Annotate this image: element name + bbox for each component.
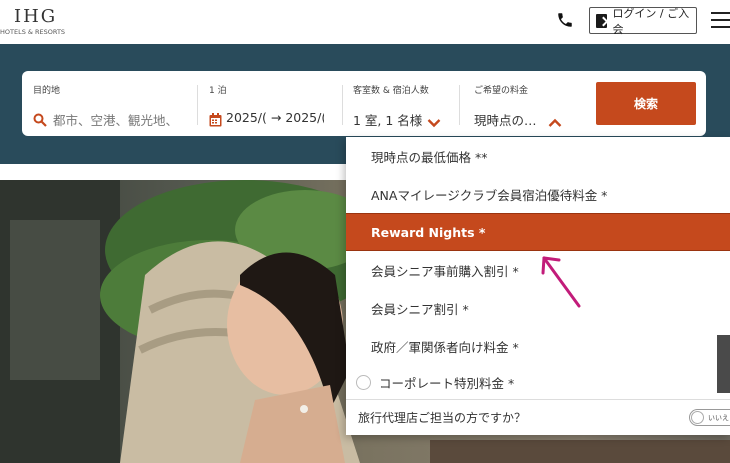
rate-option-reward-nights[interactable]: Reward Nights * xyxy=(346,213,730,251)
search-icon xyxy=(33,112,47,131)
field-divider xyxy=(342,85,343,125)
toggle-label: いいえ xyxy=(708,414,729,422)
logo-subtitle: HOTELS & RESORTS xyxy=(0,28,66,36)
corporate-label: コーポレート特別料金 * xyxy=(379,375,515,391)
travel-agent-question: 旅行代理店ご担当の方ですか？ xyxy=(358,411,527,425)
rate-label: ご希望の料金 xyxy=(474,86,529,96)
rate-option-corporate[interactable]: コーポレート特別料金 * xyxy=(346,365,730,399)
calendar-icon xyxy=(209,112,222,131)
search-form: 目的地 都市、空港、観光地、 1 泊 2025/( → 2025/( 客室数 &… xyxy=(22,71,706,136)
dates-label: 1 泊 xyxy=(209,86,227,96)
ihg-logo[interactable]: IHG HOTELS & RESORTS xyxy=(0,6,65,36)
dates-input[interactable]: 2025/( → 2025/( xyxy=(226,110,324,125)
chevron-up-icon[interactable] xyxy=(548,113,562,132)
radio-circle[interactable] xyxy=(356,374,371,390)
rate-option-ana[interactable]: ANAマイレージクラブ会員宿泊優待料金 * xyxy=(346,175,730,213)
rate-select[interactable]: 現時点の… xyxy=(474,110,544,129)
site-header: IHG HOTELS & RESORTS ログイン / ご入会 xyxy=(0,0,730,44)
annotation-arrow xyxy=(541,256,581,308)
travel-agent-row: 旅行代理店ご担当の方ですか？ いいえ xyxy=(346,399,730,435)
chevron-down-icon[interactable] xyxy=(427,113,441,132)
destination-label: 目的地 xyxy=(33,86,61,96)
rate-option-government[interactable]: 政府／軍関係者向け料金 * xyxy=(346,327,730,365)
login-label: ログイン / ご入会 xyxy=(612,6,690,36)
login-icon xyxy=(596,13,608,28)
rooms-label: 客室数 & 宿泊人数 xyxy=(353,86,429,96)
field-divider xyxy=(459,85,460,125)
login-button[interactable]: ログイン / ご入会 xyxy=(589,6,697,36)
feedback-side-tab[interactable] xyxy=(717,335,730,393)
phone-icon[interactable] xyxy=(556,11,574,29)
destination-input[interactable]: 都市、空港、観光地、 xyxy=(53,110,183,129)
search-button[interactable]: 検索 xyxy=(596,82,696,125)
logo-text: IHG xyxy=(14,6,58,27)
field-divider xyxy=(197,85,198,125)
rate-option-lowest[interactable]: 現時点の最低価格 ** xyxy=(346,137,730,175)
toggle-knob xyxy=(691,411,704,424)
rooms-input[interactable]: 1 室, 1 名様 xyxy=(353,110,428,129)
hamburger-menu-icon[interactable] xyxy=(711,12,730,28)
travel-agent-toggle[interactable]: いいえ xyxy=(689,409,730,426)
